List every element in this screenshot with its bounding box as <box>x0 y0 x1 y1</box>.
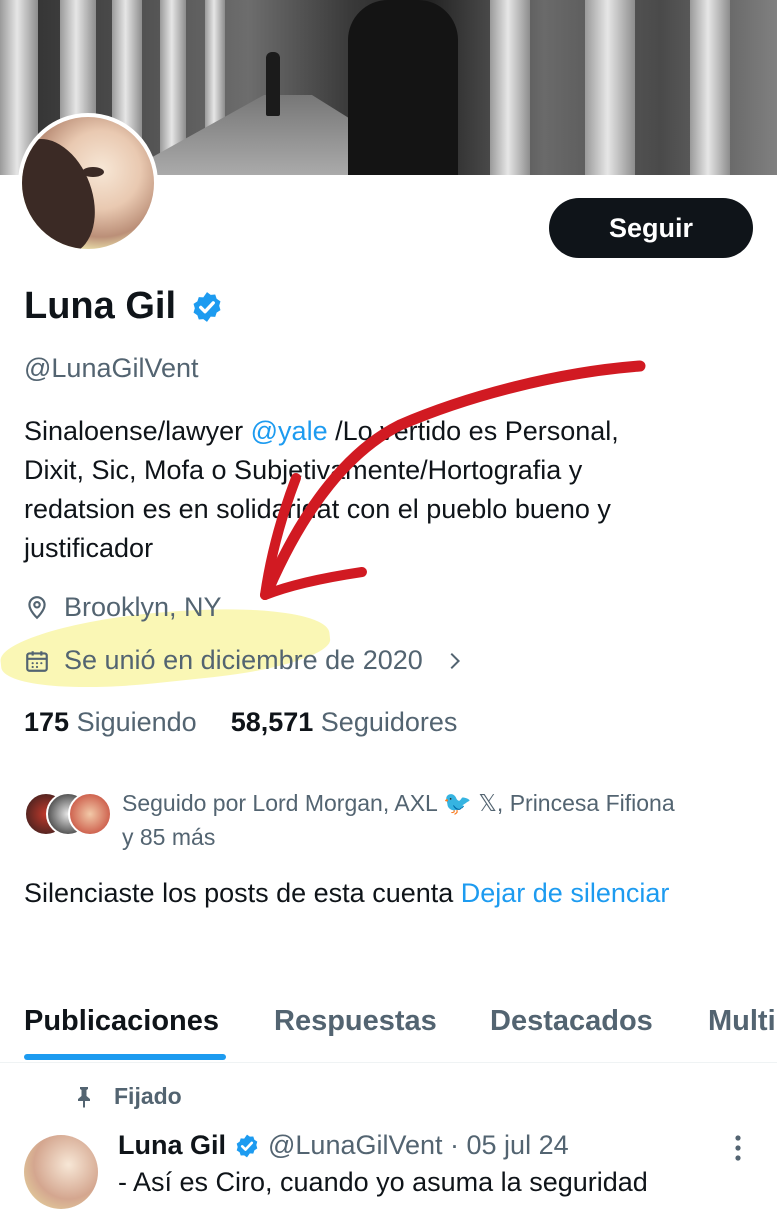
tab-destacados[interactable]: Destacados <box>490 1005 653 1038</box>
profile-handle: @LunaGilVent <box>24 353 199 383</box>
avatar-hair <box>22 126 111 249</box>
followers-count: 58,571 <box>230 707 314 737</box>
bio-text: Sinaloense/lawyer <box>24 416 251 446</box>
joined-text: Se unió en diciembre de 2020 <box>64 645 423 675</box>
profile-location: Brooklyn, NY <box>24 592 222 623</box>
chevron-right-icon <box>450 652 460 669</box>
tab-publicaciones[interactable]: Publicaciones <box>24 1005 219 1038</box>
followed-by[interactable]: Seguido por Lord Morgan, AXL 🐦 𝕏, Prince… <box>24 786 772 854</box>
profile-name: Luna Gil <box>24 285 176 327</box>
profile-name-row: Luna Gil <box>24 285 224 328</box>
bio-text: redatsion es en solidaridat con el puebl… <box>24 494 611 524</box>
profile-bio: Sinaloense/lawyer @yale /Lo vertido es P… <box>24 412 754 568</box>
profile-avatar[interactable] <box>18 113 158 253</box>
pinned-text: Fijado <box>114 1083 182 1109</box>
pin-icon <box>78 1086 90 1108</box>
profile-tabs: Publicaciones Respuestas Destacados Mult… <box>0 1000 777 1063</box>
post-author-name[interactable]: Luna Gil <box>118 1130 226 1161</box>
follow-button[interactable]: Seguir <box>549 198 753 258</box>
tab-respuestas[interactable]: Respuestas <box>274 1005 437 1038</box>
location-pin-icon <box>28 595 46 619</box>
avatar <box>68 792 112 836</box>
post-header: Luna Gil @LunaGilVent · 05 jul 24 <box>118 1130 569 1161</box>
calendar-icon <box>26 650 48 672</box>
banner-column <box>490 0 530 175</box>
bio-text: justificador <box>24 533 154 563</box>
location-text: Brooklyn, NY <box>64 592 222 622</box>
post-avatar[interactable] <box>24 1135 98 1209</box>
profile-joined[interactable]: Se unió en diciembre de 2020 <box>24 645 465 676</box>
verified-badge-icon[interactable] <box>190 290 224 324</box>
verified-badge-icon[interactable] <box>234 1133 260 1159</box>
following-count: 175 <box>24 707 70 737</box>
muted-notice: Silenciaste los posts de esta cuenta Dej… <box>24 874 764 913</box>
profile-stats: 175 Siguiendo 58,571 Seguidores <box>24 707 457 738</box>
follower-avatars <box>24 792 112 844</box>
banner-column <box>690 0 730 175</box>
banner-column <box>585 0 635 175</box>
following-label: Siguiendo <box>76 707 197 737</box>
muted-text: Silenciaste los posts de esta cuenta <box>24 878 461 908</box>
banner-figure <box>348 0 458 175</box>
followers-label: Seguidores <box>320 707 458 737</box>
followed-by-line: y 85 más <box>122 824 216 850</box>
post-meta: @LunaGilVent · 05 jul 24 <box>268 1130 569 1160</box>
bio-text: Dixit, Sic, Mofa o Subjetivamente/Hortog… <box>24 455 583 485</box>
followed-by-line: Seguido por Lord Morgan, AXL 🐦 𝕏, Prince… <box>122 790 675 816</box>
unmute-link[interactable]: Dejar de silenciar <box>461 878 670 908</box>
following-link[interactable]: 175 Siguiendo <box>24 707 197 738</box>
bio-text: /Lo vertido es Personal, <box>327 416 619 446</box>
post-text: - Así es Ciro, cuando yo asuma la seguri… <box>118 1167 648 1197</box>
bio-mention-link[interactable]: @yale <box>251 416 328 446</box>
avatar-eye <box>82 167 104 177</box>
followers-link[interactable]: 58,571 Seguidores <box>231 707 458 738</box>
banner-walker <box>266 52 280 116</box>
followed-by-text: Seguido por Lord Morgan, AXL 🐦 𝕏, Prince… <box>122 786 772 854</box>
active-tab-indicator <box>24 1054 226 1060</box>
pinned-label: Fijado <box>72 1083 182 1110</box>
tab-multimedia[interactable]: Multi <box>708 1005 776 1038</box>
more-options-icon[interactable] <box>728 1133 748 1163</box>
